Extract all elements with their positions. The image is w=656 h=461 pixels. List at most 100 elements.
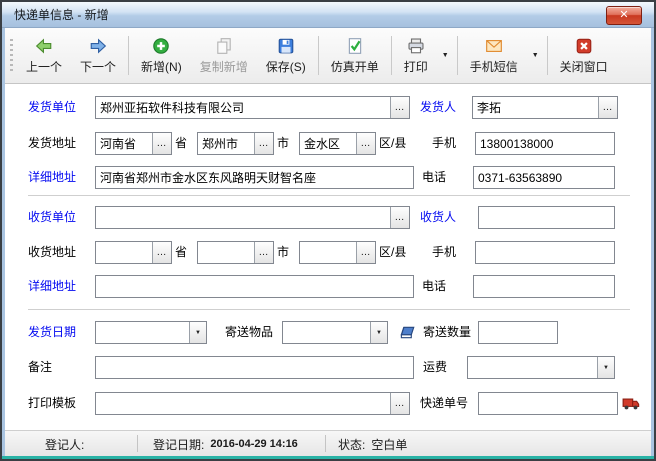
- receiver-district-suffix: 区/县: [379, 241, 406, 264]
- print-button[interactable]: 打印: [395, 31, 437, 80]
- print-template-input[interactable]: [96, 393, 390, 414]
- copy-new-button: 复制新增: [191, 31, 257, 80]
- receiver-unit-ellipsis-button[interactable]: …: [390, 207, 409, 228]
- copy-new-label: 复制新增: [200, 58, 248, 75]
- receiver-detail-label: 详细地址: [28, 275, 76, 298]
- regdate-group: 登记日期: 2016-04-29 14:16: [153, 431, 298, 457]
- receiver-person-label: 收货人: [420, 206, 456, 229]
- receiver-province-lookup: …: [95, 241, 172, 264]
- window-frame-bottom: [2, 456, 654, 459]
- arrow-right-icon: [89, 37, 107, 55]
- save-floppy-icon: [277, 37, 295, 55]
- toolbar-separator: [457, 36, 458, 75]
- arrow-left-icon: [35, 37, 53, 55]
- freight-combo: ▼: [467, 356, 615, 379]
- tracking-number-input[interactable]: [478, 392, 618, 415]
- toolbar-separator: [547, 36, 548, 75]
- sender-detail-label: 详细地址: [28, 166, 76, 189]
- sender-province-input[interactable]: [96, 133, 152, 154]
- receiver-district-ellipsis-button[interactable]: …: [356, 242, 375, 263]
- quantity-input[interactable]: [478, 321, 558, 344]
- receiver-district-input[interactable]: [300, 242, 356, 263]
- save-label: 保存(S): [266, 58, 306, 75]
- receiver-city-input[interactable]: [198, 242, 254, 263]
- book-icon[interactable]: [398, 323, 416, 341]
- sms-dropdown-arrow[interactable]: ▼: [527, 31, 544, 80]
- sender-district-input[interactable]: [300, 133, 356, 154]
- truck-icon[interactable]: [622, 394, 640, 412]
- receiver-city-ellipsis-button[interactable]: …: [254, 242, 273, 263]
- sender-phone-input[interactable]: [473, 166, 615, 189]
- sender-person-ellipsis-button[interactable]: …: [598, 97, 617, 118]
- save-button[interactable]: 保存(S): [257, 31, 315, 80]
- receiver-unit-input[interactable]: [96, 207, 390, 228]
- notes-input[interactable]: [95, 356, 414, 379]
- sms-button[interactable]: 手机短信: [461, 31, 527, 80]
- receiver-province-suffix: 省: [175, 241, 187, 264]
- printer-icon: [407, 37, 425, 55]
- receiver-city-suffix: 市: [277, 241, 289, 264]
- toolbar: 上一个 下一个 新增(N) 复制新增: [5, 28, 651, 84]
- registrar-group: 登记人:: [45, 431, 84, 457]
- print-dropdown-arrow[interactable]: ▼: [437, 31, 454, 80]
- statusbar-separator: [137, 435, 138, 452]
- regdate-label: 登记日期:: [153, 436, 204, 453]
- window-title: 快递单信息 - 新增: [14, 6, 109, 23]
- items-input[interactable]: [283, 322, 370, 343]
- sender-unit-label: 发货单位: [28, 96, 76, 119]
- print-template-lookup: …: [95, 392, 410, 415]
- simulate-billing-label: 仿真开单: [331, 58, 379, 75]
- sender-district-ellipsis-button[interactable]: …: [356, 133, 375, 154]
- receiver-phone-input[interactable]: [473, 275, 615, 298]
- quantity-label: 寄送数量: [423, 321, 471, 344]
- sender-city-input[interactable]: [198, 133, 254, 154]
- items-label: 寄送物品: [225, 321, 273, 344]
- ship-date-input[interactable]: [96, 322, 189, 343]
- simulate-billing-button[interactable]: 仿真开单: [322, 31, 388, 80]
- next-button[interactable]: 下一个: [71, 31, 125, 80]
- sender-province-ellipsis-button[interactable]: …: [152, 133, 171, 154]
- order-form: 发货单位 … 发货人 … 发货地址 … 省 … 市 … 区/县 手机 详细地址: [5, 85, 651, 430]
- freight-dropdown-button[interactable]: ▼: [597, 357, 614, 378]
- close-window-button[interactable]: 关闭窗口: [551, 31, 617, 80]
- previous-label: 上一个: [26, 58, 62, 75]
- receiver-phone-label: 电话: [422, 275, 446, 298]
- copy-icon: [215, 37, 233, 55]
- section-divider: [28, 195, 630, 196]
- receiver-province-input[interactable]: [96, 242, 152, 263]
- receiver-mobile-input[interactable]: [475, 241, 615, 264]
- sender-city-ellipsis-button[interactable]: …: [254, 133, 273, 154]
- sender-unit-ellipsis-button[interactable]: …: [390, 97, 409, 118]
- receiver-unit-label: 收货单位: [28, 206, 76, 229]
- receiver-detail-input[interactable]: [95, 275, 414, 298]
- sender-mobile-input[interactable]: [475, 132, 615, 155]
- receiver-mobile-label: 手机: [432, 241, 456, 264]
- print-template-ellipsis-button[interactable]: …: [390, 393, 409, 414]
- toolbar-grip[interactable]: [10, 39, 13, 72]
- previous-button[interactable]: 上一个: [17, 31, 71, 80]
- check-page-icon: [346, 37, 364, 55]
- sender-unit-input[interactable]: [96, 97, 390, 118]
- print-label: 打印: [404, 58, 428, 75]
- titlebar-close-button[interactable]: ✕: [606, 6, 642, 25]
- receiver-person-input[interactable]: [478, 206, 615, 229]
- ship-date-combo: ▼: [95, 321, 207, 344]
- receiver-address-label: 收货地址: [28, 241, 76, 264]
- sender-address-label: 发货地址: [28, 132, 76, 155]
- receiver-province-ellipsis-button[interactable]: …: [152, 242, 171, 263]
- ship-date-dropdown-button[interactable]: ▼: [189, 322, 206, 343]
- items-dropdown-button[interactable]: ▼: [370, 322, 387, 343]
- sender-person-input[interactable]: [473, 97, 598, 118]
- envelope-icon: [485, 37, 503, 55]
- sender-city-suffix: 市: [277, 132, 289, 155]
- sender-district-suffix: 区/县: [379, 132, 406, 155]
- tracking-number-label: 快递单号: [420, 392, 468, 415]
- receiver-city-lookup: …: [197, 241, 274, 264]
- add-new-button[interactable]: 新增(N): [132, 31, 191, 80]
- sender-detail-input[interactable]: [95, 166, 414, 189]
- ship-date-label: 发货日期: [28, 321, 76, 344]
- sender-person-label: 发货人: [420, 96, 456, 119]
- sender-phone-label: 电话: [422, 166, 446, 189]
- receiver-unit-lookup: …: [95, 206, 410, 229]
- freight-input[interactable]: [468, 357, 597, 378]
